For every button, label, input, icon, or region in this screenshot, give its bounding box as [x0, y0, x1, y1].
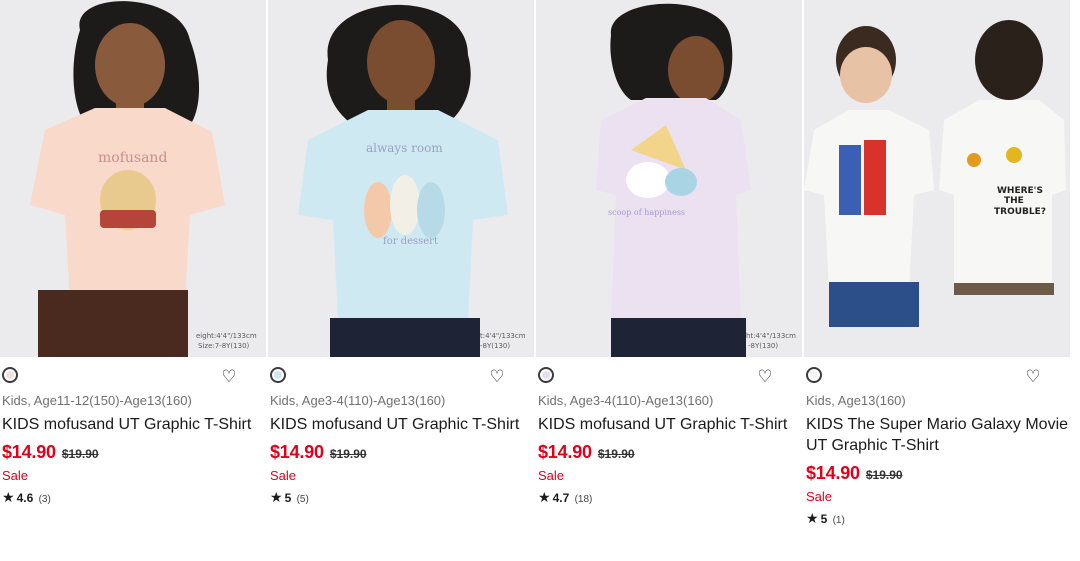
rating: ★ 4.6 (3) — [2, 489, 268, 508]
star-icon: ★ — [2, 489, 15, 505]
product-name[interactable]: KIDS mofusand UT Graphic T-Shirt — [270, 414, 536, 435]
original-price: $19.90 — [865, 468, 903, 482]
product-grid: mofusand eight:4'4"/133cm Size:7-8Y(130)… — [0, 0, 1080, 561]
product-card[interactable]: mofusand eight:4'4"/133cm Size:7-8Y(130)… — [0, 0, 268, 508]
heart-outline-icon[interactable]: ♡ — [488, 368, 506, 386]
star-icon: ★ — [538, 489, 551, 505]
shirt-print-text: WHERE'S — [997, 186, 1043, 196]
rating: ★ 5 (5) — [270, 489, 536, 508]
size-note: t:4'4"/133cm — [480, 332, 526, 340]
product-image[interactable]: WHERE'S THE TROUBLE? — [804, 0, 1070, 357]
svg-text:TROUBLE?: TROUBLE? — [994, 207, 1046, 217]
color-swatch[interactable] — [538, 367, 554, 383]
shirt-print-text: always room — [366, 141, 443, 155]
sale-price: $14.90 — [270, 442, 324, 462]
size-note: ht:4'4"/133cm — [746, 332, 796, 340]
rating-score: 4.6 — [16, 491, 34, 505]
product-image[interactable]: always room for dessert t:4'4"/133cm -8Y… — [268, 0, 534, 357]
color-swatch[interactable] — [270, 367, 286, 383]
sale-flag: Sale — [270, 468, 297, 483]
rating: ★ 5 (1) — [806, 510, 1072, 529]
size-note: -8Y(130) — [480, 342, 510, 350]
heart-outline-icon[interactable]: ♡ — [1024, 368, 1042, 386]
review-count: (1) — [832, 515, 845, 526]
size-note: eight:4'4"/133cm — [196, 332, 257, 340]
product-card[interactable]: scoop of happiness ht:4'4"/133cm -8Y(130… — [536, 0, 804, 508]
color-swatch[interactable] — [806, 367, 822, 383]
sale-flag: Sale — [538, 468, 565, 483]
original-price: $19.90 — [597, 447, 635, 461]
size-note: -8Y(130) — [748, 342, 778, 350]
sale-price: $14.90 — [806, 463, 860, 483]
color-swatch[interactable] — [2, 367, 18, 383]
size-note: Size:7-8Y(130) — [198, 342, 250, 350]
sale-price: $14.90 — [2, 442, 56, 462]
product-image[interactable]: scoop of happiness ht:4'4"/133cm -8Y(130… — [536, 0, 802, 357]
product-card[interactable]: always room for dessert t:4'4"/133cm -8Y… — [268, 0, 536, 508]
rating-score: 5 — [820, 512, 828, 526]
product-card[interactable]: WHERE'S THE TROUBLE? ♡ Kids, Age13(160) … — [804, 0, 1072, 529]
star-icon: ★ — [806, 510, 819, 526]
product-image[interactable]: mofusand eight:4'4"/133cm Size:7-8Y(130) — [0, 0, 266, 357]
svg-text:THE: THE — [1004, 196, 1024, 206]
product-name[interactable]: KIDS The Super Mario Galaxy Movie UT Gra… — [806, 414, 1072, 456]
sale-flag: Sale — [2, 468, 29, 483]
original-price: $19.90 — [61, 447, 99, 461]
rating-score: 5 — [284, 491, 292, 505]
heart-outline-icon[interactable]: ♡ — [220, 368, 238, 386]
shirt-print-text: mofusand — [98, 150, 167, 166]
star-icon: ★ — [270, 489, 283, 505]
heart-outline-icon[interactable]: ♡ — [756, 368, 774, 386]
review-count: (3) — [38, 494, 51, 505]
original-price: $19.90 — [329, 447, 367, 461]
rating: ★ 4.7 (18) — [538, 489, 804, 508]
review-count: (18) — [574, 494, 593, 505]
shirt-print-text: scoop of happiness — [608, 208, 685, 217]
product-name[interactable]: KIDS mofusand UT Graphic T-Shirt — [538, 414, 804, 435]
sale-flag: Sale — [806, 489, 833, 504]
product-name[interactable]: KIDS mofusand UT Graphic T-Shirt — [2, 414, 268, 435]
sale-price: $14.90 — [538, 442, 592, 462]
rating-score: 4.7 — [552, 491, 570, 505]
svg-text:for dessert: for dessert — [383, 236, 438, 247]
review-count: (5) — [296, 494, 309, 505]
